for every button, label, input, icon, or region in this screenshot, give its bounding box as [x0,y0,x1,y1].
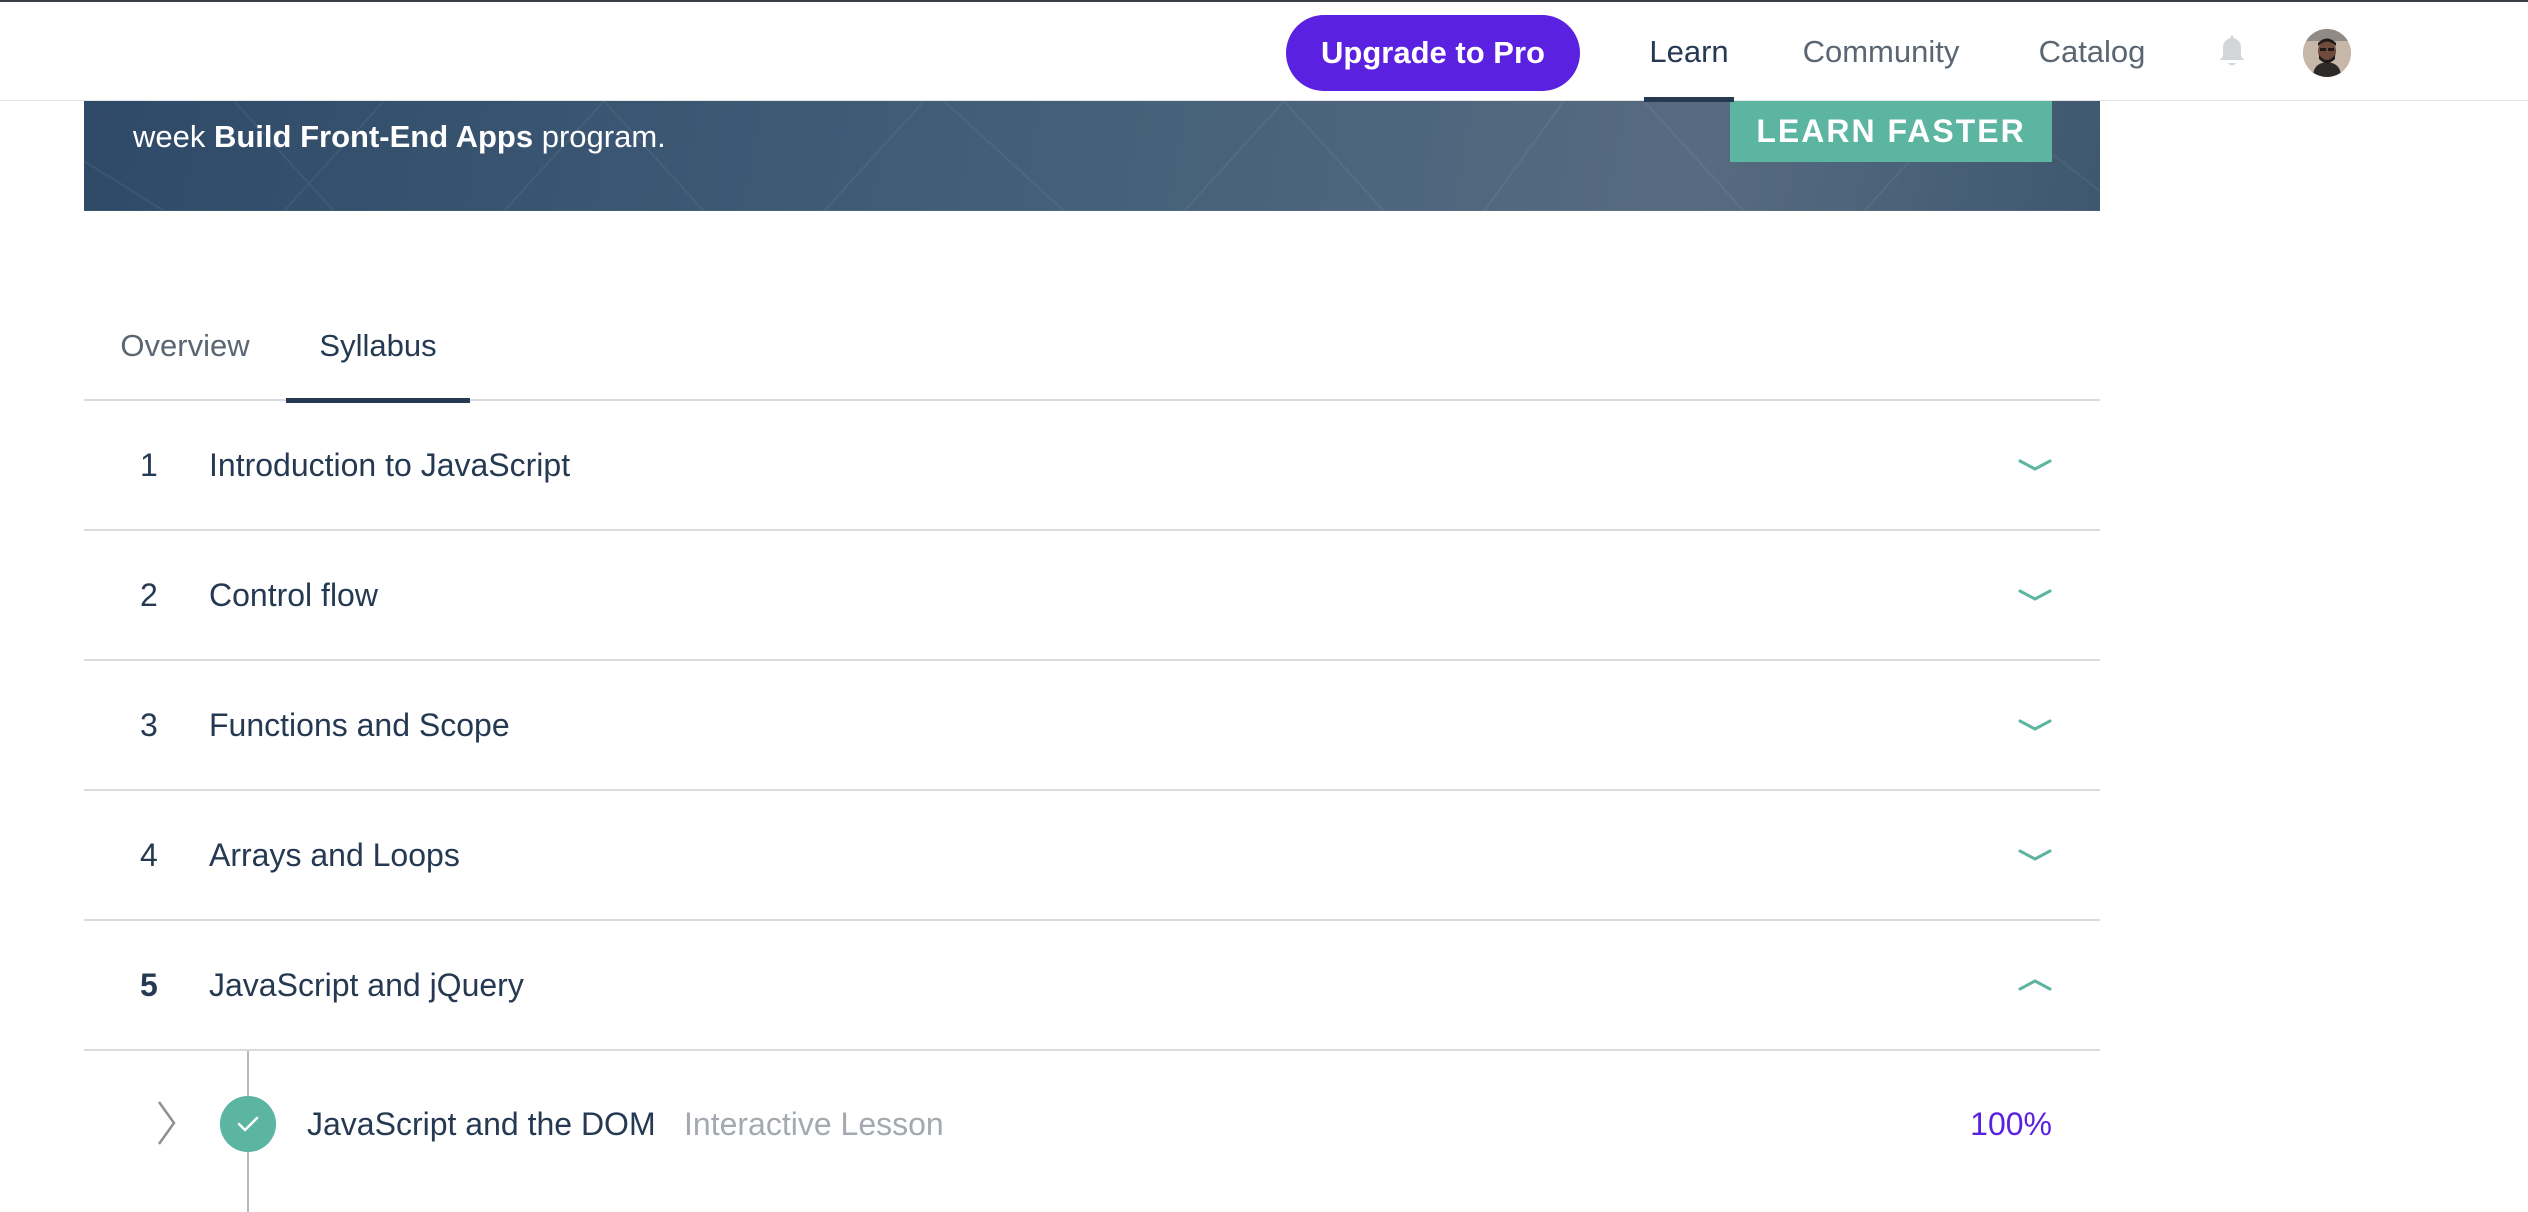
chevron-down-icon[interactable] [2018,581,2052,609]
unit-title: Control flow [209,576,378,613]
syllabus-unit[interactable]: 1 Introduction to JavaScript [84,401,2100,531]
syllabus-list: 1 Introduction to JavaScript 2 Control f… [84,401,2100,1051]
syllabus-unit[interactable]: 4 Arrays and Loops [84,791,2100,921]
nav-catalog-label: Catalog [2038,33,2146,69]
tab-overview[interactable]: Overview [84,290,286,401]
banner-program-name: Build Front-End Apps [213,119,534,154]
unit-title: Introduction to JavaScript [209,446,571,483]
completed-check-icon [220,1096,276,1152]
unit-title: Functions and Scope [209,706,510,743]
unit-number: 2 [140,576,158,613]
unit-title: JavaScript and jQuery [209,966,524,1003]
lesson-title[interactable]: JavaScript and the DOM [307,1103,656,1145]
syllabus-unit[interactable]: 3 Functions and Scope [84,661,2100,791]
avatar-image [2303,29,2351,77]
top-navigation-bar: Upgrade to Pro Learn Community Catalog [0,0,2528,102]
upgrade-to-pro-button[interactable]: Upgrade to Pro [1286,15,1580,91]
unit-number: 3 [140,706,158,743]
tab-syllabus[interactable]: Syllabus [286,290,470,403]
unit-number: 1 [140,446,158,483]
bell-icon[interactable] [2216,35,2248,69]
chevron-down-icon[interactable] [2018,451,2052,479]
nav-learn-label: Learn [1649,33,1729,69]
promo-banner: week Build Front-End Apps program. LEARN… [84,101,2100,211]
chevron-right-icon[interactable] [154,1099,180,1147]
unit-number: 5 [140,966,158,1003]
syllabus-unit[interactable]: 2 Control flow [84,531,2100,661]
active-nav-indicator [1644,97,1734,102]
chevron-down-icon[interactable] [2018,711,2052,739]
nav-learn[interactable]: Learn [1644,2,1734,102]
lesson-progress: 100% [1970,1105,2052,1142]
avatar[interactable] [2303,29,2351,77]
course-tabs: Overview Syllabus [84,290,2100,403]
lesson-row[interactable]: JavaScript and the DOM Interactive Lesso… [84,1051,2100,1212]
unit-number: 4 [140,836,158,873]
nav-community[interactable]: Community [1796,2,1966,101]
tab-overview-label: Overview [120,327,250,363]
nav-catalog[interactable]: Catalog [2032,2,2152,101]
banner-text-prefix: week [133,119,214,154]
nav-community-label: Community [1802,33,1960,69]
banner-text-suffix: program. [533,119,666,154]
learn-faster-button[interactable]: LEARN FASTER [1730,101,2052,162]
chevron-up-icon[interactable] [2018,971,2052,999]
lesson-type: Interactive Lesson [684,1105,944,1142]
chevron-down-icon[interactable] [2018,841,2052,869]
syllabus-unit-expanded[interactable]: 5 JavaScript and jQuery [84,921,2100,1051]
tab-syllabus-label: Syllabus [319,327,437,363]
unit-title: Arrays and Loops [209,836,460,873]
banner-text: week Build Front-End Apps program. [133,119,666,155]
